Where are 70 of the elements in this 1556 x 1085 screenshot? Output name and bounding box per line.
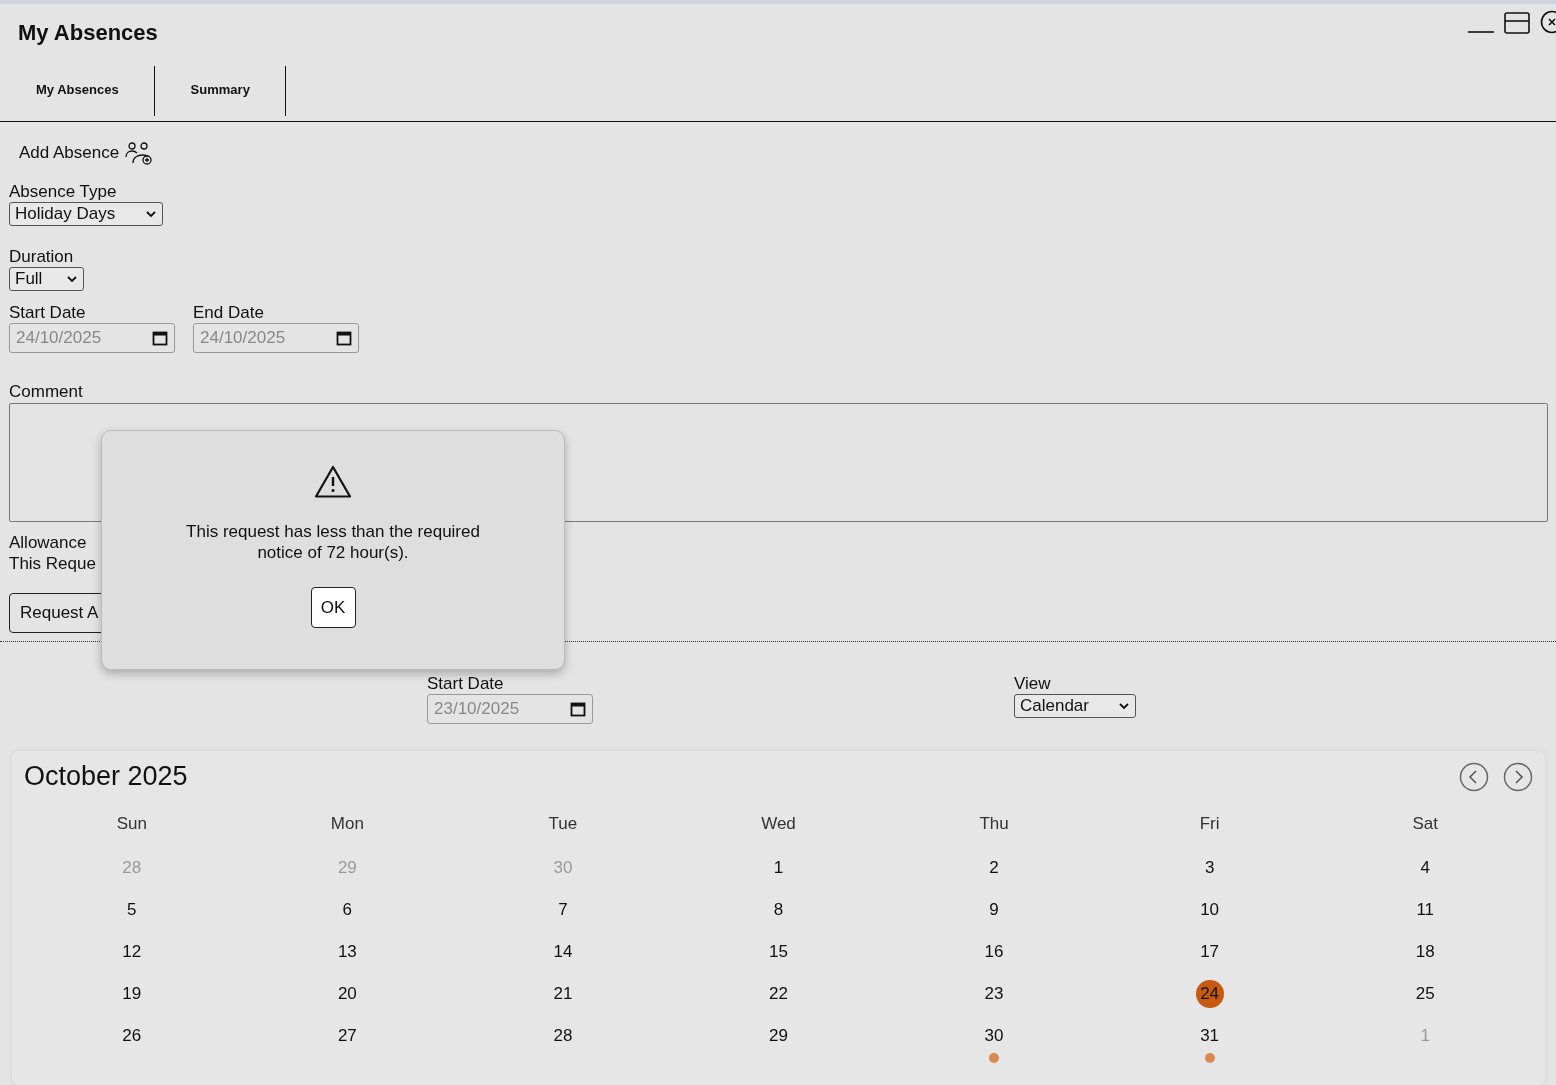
allowance-text: This Reque	[9, 553, 96, 574]
calendar-day[interactable]: 5	[117, 896, 146, 924]
view-dropdown[interactable]: Calendar	[1014, 694, 1136, 718]
calendar-day[interactable]: 16	[980, 938, 1009, 966]
calendar-day[interactable]: 19	[117, 980, 146, 1008]
maximize-icon[interactable]	[1504, 12, 1530, 34]
calendar-day[interactable]: 17	[1195, 938, 1224, 966]
weekday-label: Wed	[761, 814, 796, 833]
calendar-day[interactable]: 25	[1411, 980, 1440, 1008]
calendar-day[interactable]: 22	[764, 980, 793, 1008]
calendar-day[interactable]: 4	[1411, 854, 1440, 882]
allowance-text: Allowance	[9, 532, 87, 553]
chevron-down-icon	[146, 210, 156, 218]
calendar-day[interactable]: 31	[1195, 1022, 1224, 1050]
calendar-day[interactable]: 3	[1195, 854, 1224, 882]
calendar-day[interactable]: 8	[764, 896, 793, 924]
weekday-label: Thu	[979, 814, 1009, 833]
people-add-icon[interactable]	[125, 141, 154, 165]
calendar-day[interactable]: 11	[1411, 896, 1440, 924]
weekday-label: Sat	[1412, 814, 1438, 833]
calendar-day[interactable]: 30	[980, 1022, 1009, 1050]
field-label: Duration	[9, 247, 75, 267]
tab[interactable]: My Absences	[0, 66, 155, 116]
calendar-icon[interactable]	[152, 330, 168, 346]
chevron-down-icon	[67, 275, 77, 283]
ok-button[interactable]: OK	[310, 587, 356, 628]
close-icon[interactable]	[1540, 10, 1556, 34]
field-label: View	[1014, 674, 1052, 694]
weekday-label: Sun	[116, 814, 147, 833]
alert-message: This request has less than the required notice of 72 hour(s).	[185, 521, 481, 563]
next-icon[interactable]	[1503, 761, 1533, 792]
add-absence-heading: Add Absence	[19, 143, 120, 163]
weekday-label: Tue	[548, 814, 578, 833]
calendar-day[interactable]: 26	[117, 1022, 146, 1050]
warning-icon	[314, 465, 352, 499]
duration-dropdown[interactable]: Full	[9, 267, 84, 291]
window-title: My Absences	[18, 20, 158, 47]
field-label: Start Date	[9, 303, 87, 323]
calendar-day[interactable]: 10	[1195, 896, 1224, 924]
calendar-day[interactable]: 9	[980, 896, 1009, 924]
calendar-day[interactable]: 14	[548, 938, 577, 966]
calendar-day[interactable]: 21	[548, 980, 577, 1008]
previous-icon[interactable]	[1459, 761, 1489, 792]
field-label: End Date	[193, 303, 265, 323]
minimize-icon[interactable]	[1468, 28, 1494, 34]
calendar-day[interactable]: 15	[764, 938, 793, 966]
weekday-label: Fri	[1199, 814, 1220, 833]
calendar-day[interactable]: 13	[333, 938, 362, 966]
calendar-day[interactable]: 28	[548, 1022, 577, 1050]
chevron-down-icon	[1119, 702, 1129, 710]
calendar-day[interactable]: 23	[980, 980, 1009, 1008]
weekday-label: Mon	[330, 814, 364, 833]
calendar-day[interactable]: 18	[1411, 938, 1440, 966]
calendar-icon[interactable]	[570, 701, 586, 717]
calendar-day[interactable]: 12	[117, 938, 146, 966]
calendar-day[interactable]: 20	[333, 980, 362, 1008]
calendar-day[interactable]: 24	[1195, 980, 1224, 1008]
calendar-day[interactable]: 29	[764, 1022, 793, 1050]
calendar-day[interactable]: 1	[764, 854, 793, 882]
field-label: Absence Type	[9, 182, 118, 202]
field-label: Start Date	[427, 674, 505, 694]
calendar-day[interactable]: 6	[333, 896, 362, 924]
tab[interactable]: Summary	[154, 66, 286, 116]
month-title: October 2025	[24, 761, 188, 792]
field-label: Comment	[9, 382, 84, 402]
calendar-day[interactable]: 7	[548, 896, 577, 924]
calendar-day[interactable]: 27	[333, 1022, 362, 1050]
calendar-day[interactable]: 2	[980, 854, 1009, 882]
absence-type-dropdown[interactable]: Holiday Days	[9, 202, 163, 226]
calendar-icon[interactable]	[336, 330, 352, 346]
